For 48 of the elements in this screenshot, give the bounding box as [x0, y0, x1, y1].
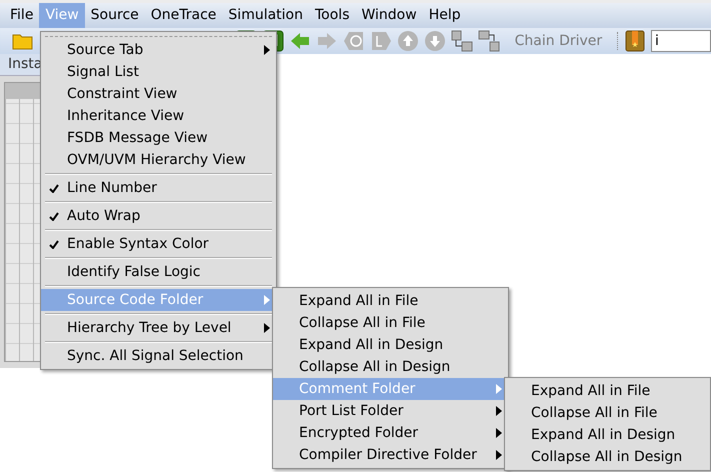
menu-item[interactable]: Collapse All in File: [505, 402, 710, 424]
menu-item[interactable]: Hierarchy Tree by Level: [41, 317, 276, 339]
menu-item[interactable]: Encrypted Folder: [273, 422, 508, 444]
menu-item[interactable]: FSDB Message View: [41, 127, 276, 149]
menu-item[interactable]: OVM/UVM Hierarchy View: [41, 149, 276, 171]
menu-item[interactable]: Collapse All in Design: [505, 446, 710, 468]
menu-item[interactable]: Expand All in Design: [273, 334, 508, 356]
checkmark-icon: [49, 240, 59, 248]
menu-item[interactable]: Line Number: [41, 177, 276, 199]
menu-bar-item[interactable]: Window: [356, 3, 423, 28]
bookmark-icon[interactable]: [624, 30, 646, 52]
search-field[interactable]: i: [651, 30, 711, 52]
submenu-arrow-icon: [496, 384, 502, 394]
menu-item[interactable]: Constraint View: [41, 83, 276, 105]
menu-item[interactable]: Sync. All Signal Selection: [41, 345, 276, 367]
menu-item[interactable]: Expand All in Design: [505, 424, 710, 446]
submenu-arrow-icon: [264, 295, 270, 305]
left-arrow-icon[interactable]: [288, 30, 311, 52]
menu-bar-item[interactable]: Help: [422, 3, 467, 28]
menu-item[interactable]: Source Tab: [41, 39, 276, 61]
submenu-arrow-icon: [264, 45, 270, 55]
submenu-arrow-icon: [496, 450, 502, 460]
menu-bar-item[interactable]: Source: [84, 3, 145, 28]
right-arrow-icon[interactable]: [316, 30, 338, 52]
letter-tag-icon[interactable]: [370, 30, 392, 52]
submenu-arrow-icon: [496, 428, 502, 438]
menu-bar-item[interactable]: File: [4, 3, 40, 28]
menu-item[interactable]: Expand All in File: [273, 290, 508, 312]
menu-bar-item[interactable]: Simulation: [222, 3, 309, 28]
checkmark-icon: [49, 184, 59, 192]
submenu-arrow-icon: [496, 406, 502, 416]
menu-bar-item[interactable]: Tools: [309, 3, 356, 28]
menu-item[interactable]: Auto Wrap: [41, 205, 276, 227]
swap-windows-icon[interactable]: [478, 30, 500, 52]
checkmark-icon: [49, 212, 59, 220]
menu-item[interactable]: Signal List: [41, 61, 276, 83]
submenu-arrow-icon: [264, 323, 270, 333]
letter-tag-icon[interactable]: [342, 30, 365, 52]
menu-item[interactable]: Port List Folder: [273, 400, 508, 422]
menu-item[interactable]: Compiler Directive Folder: [273, 444, 508, 466]
menu-item[interactable]: Expand All in File: [505, 380, 710, 402]
menu-item[interactable]: Identify False Logic: [41, 261, 276, 283]
menu-item[interactable]: Collapse All in File: [273, 312, 508, 334]
menu-bar-item[interactable]: OneTrace: [144, 3, 222, 28]
menu-item[interactable]: Enable Syntax Color: [41, 233, 276, 255]
menu-item[interactable]: Inheritance View: [41, 105, 276, 127]
menu-item[interactable]: Collapse All in Design: [273, 356, 508, 378]
swap-windows-icon[interactable]: [450, 30, 473, 52]
